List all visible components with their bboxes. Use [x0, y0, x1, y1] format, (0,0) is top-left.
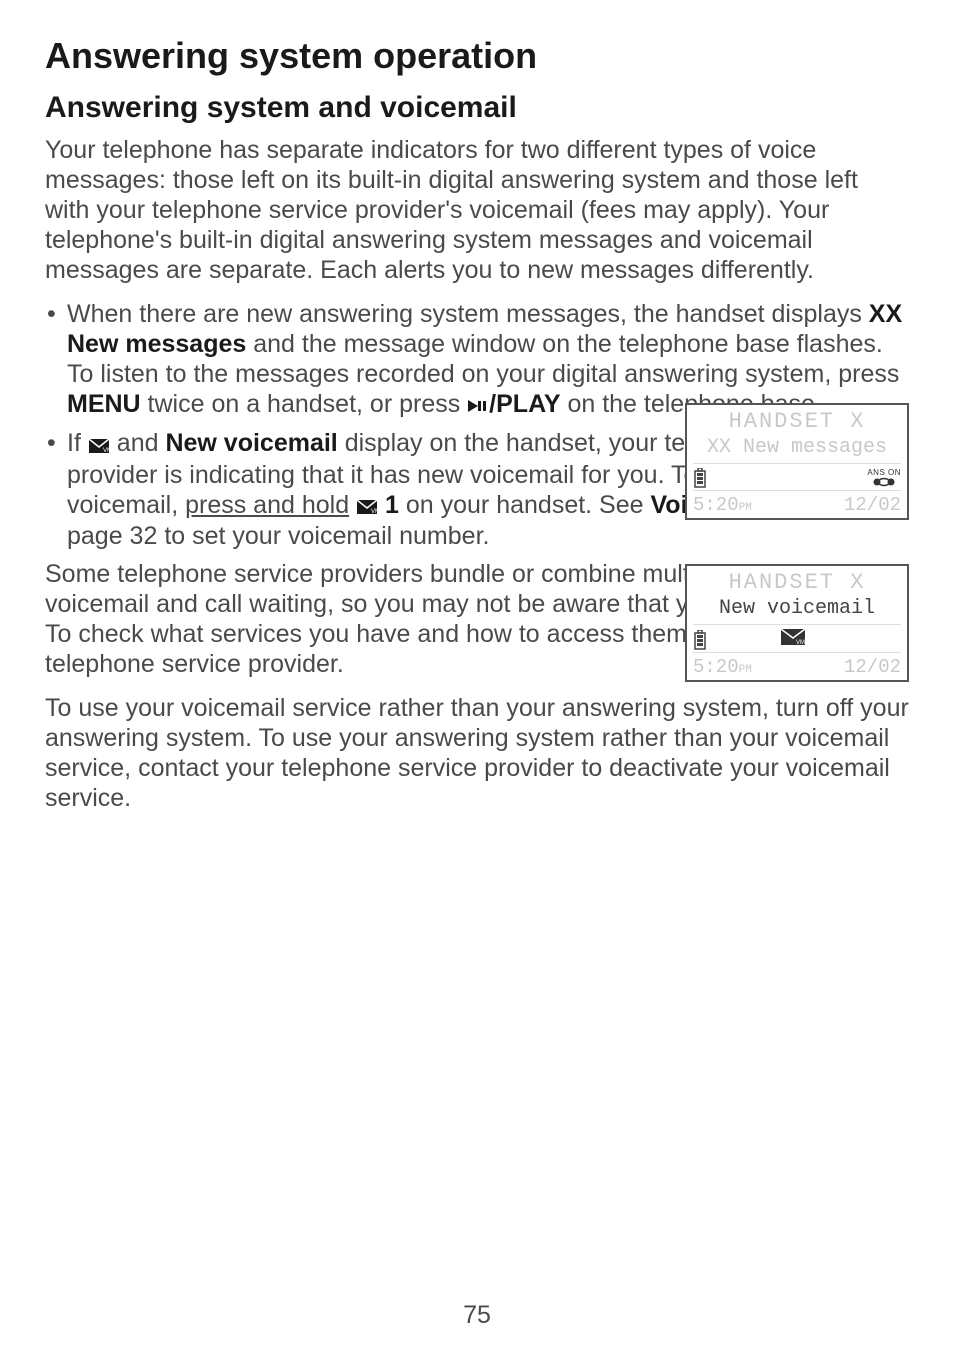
lcd1-message-line: XX New messages	[693, 436, 901, 464]
lcd1-header: HANDSET X	[693, 409, 901, 436]
envelope-icon: VM	[357, 491, 377, 521]
play-icon	[468, 390, 488, 420]
lcd2-time-row: 5:20PM 12/02	[693, 653, 901, 678]
lcd1-icon-row: ANS ON	[693, 464, 901, 491]
battery-icon	[693, 468, 707, 488]
voicemail-envelope-icon: VM	[781, 629, 805, 650]
handset-display-1: HANDSET X XX New messages ANS ON 5:20PM …	[685, 403, 909, 520]
lcd1-time-row: 5:20PM 12/02	[693, 491, 901, 516]
ans-on-indicator: ANS ON	[867, 469, 901, 487]
paragraph-3: To use your voicemail service rather tha…	[45, 693, 909, 813]
intro-paragraph: Your telephone has separate indicators f…	[45, 135, 909, 285]
battery-icon	[693, 630, 707, 650]
page-title: Answering system operation	[45, 35, 909, 77]
section-heading: Answering system and voicemail	[45, 91, 909, 125]
lcd2-message-line: New voicemail	[693, 597, 901, 625]
svg-text:VM: VM	[796, 640, 805, 645]
envelope-icon: VM	[89, 430, 109, 460]
bullet-dot: •	[45, 428, 67, 458]
page-number: 75	[0, 1301, 954, 1330]
svg-text:VM: VM	[103, 448, 109, 453]
lcd2-header: HANDSET X	[693, 570, 901, 597]
handset-display-2: HANDSET X New voicemail VM 5:20PM 12/02	[685, 564, 909, 682]
bullet-dot: •	[45, 299, 67, 329]
lcd2-icon-row: VM	[693, 625, 901, 653]
svg-text:VM: VM	[371, 509, 377, 514]
